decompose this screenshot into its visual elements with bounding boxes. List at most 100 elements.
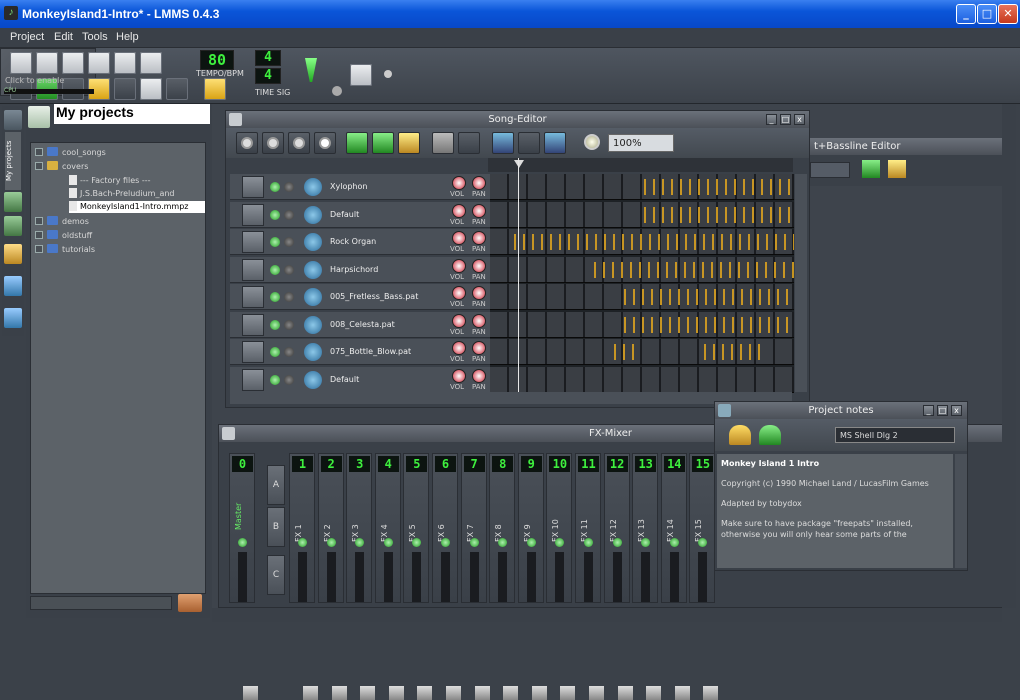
tree-item-oldstuff[interactable]: oldstuff — [35, 230, 92, 242]
record-button[interactable] — [262, 132, 284, 154]
volume-knob[interactable] — [452, 368, 466, 383]
volume-knob[interactable] — [452, 313, 466, 328]
fx-channel[interactable]: 1 FX 1 — [289, 453, 318, 700]
track-mute-led[interactable] — [270, 237, 280, 247]
tree-item-factory-files[interactable]: --- Factory files --- — [69, 175, 151, 187]
tempo-display[interactable]: 80 — [200, 50, 234, 70]
pattern-row[interactable] — [490, 284, 794, 310]
fx-mute-led[interactable] — [441, 538, 450, 547]
track-mute-led[interactable] — [270, 292, 280, 302]
pan-knob[interactable] — [472, 341, 486, 355]
track-row[interactable]: Default VOL PAN — [230, 201, 490, 228]
song-editor-maximize[interactable]: □ — [780, 114, 791, 125]
notes-vscroll[interactable] — [955, 454, 967, 568]
track-row[interactable]: Rock Organ VOL PAN — [230, 229, 490, 255]
bank-a-button[interactable]: A — [267, 465, 285, 505]
fx-channel[interactable]: 15 FX 15 — [689, 453, 719, 700]
track-actions-icon[interactable] — [242, 341, 264, 363]
menu-help[interactable]: Help — [116, 31, 139, 43]
save-project-icon[interactable] — [114, 52, 136, 74]
master-mute-led[interactable] — [238, 538, 247, 547]
track-solo-led[interactable] — [284, 292, 294, 302]
tree-item-bach[interactable]: J.S.Bach-Preludium_and — [69, 188, 175, 200]
fx-fader[interactable] — [526, 552, 547, 700]
fx-mute-led[interactable] — [498, 538, 508, 547]
fx-fader[interactable] — [641, 552, 662, 700]
notes-minimize[interactable]: _ — [923, 405, 934, 416]
fx-mute-led[interactable] — [698, 538, 708, 547]
track-name[interactable]: 075_Bottle_Blow.pat — [330, 347, 411, 356]
fx-channel[interactable]: 14 FX 14 — [660, 453, 690, 700]
edit-mode-icon[interactable] — [458, 132, 480, 154]
track-actions-icon[interactable] — [242, 176, 264, 198]
undo-icon[interactable] — [729, 425, 751, 445]
redo-icon[interactable] — [759, 425, 781, 445]
menu-tools[interactable]: Tools — [82, 31, 108, 43]
volume-knob[interactable] — [452, 341, 466, 355]
fx-mute-led[interactable] — [669, 538, 679, 547]
open-project-icon[interactable] — [62, 52, 84, 74]
fx-fader[interactable] — [441, 552, 461, 700]
fx-fader[interactable] — [612, 552, 633, 700]
root-directory-tab-icon[interactable] — [4, 276, 22, 296]
fx-mute-led[interactable] — [555, 538, 565, 547]
fx-channel[interactable]: 12 FX 12 — [603, 453, 633, 700]
maximize-button[interactable]: □ — [977, 4, 997, 24]
export-project-icon[interactable] — [140, 52, 162, 74]
fx-fader[interactable] — [698, 552, 719, 700]
fx-mute-led[interactable] — [412, 538, 422, 547]
my-presets-tab-icon[interactable] — [4, 216, 22, 236]
volume-knob[interactable] — [452, 231, 466, 245]
pan-knob[interactable] — [472, 203, 486, 218]
loop-points-icon[interactable] — [518, 132, 540, 154]
playhead-marker-icon[interactable] — [514, 160, 524, 168]
track-name[interactable]: Xylophon — [330, 182, 367, 191]
fx-fader[interactable] — [498, 552, 519, 700]
fx-channel[interactable]: 2 FX 2 — [317, 453, 347, 700]
pattern-row[interactable] — [490, 256, 794, 283]
track-row[interactable]: Xylophon VOL PAN — [230, 174, 490, 200]
computer-tab-icon[interactable] — [4, 308, 22, 328]
projects-refresh-button[interactable] — [178, 594, 202, 612]
pan-knob[interactable] — [472, 258, 486, 273]
tree-item-monkeyisland[interactable]: MonkeyIsland1-Intro.mmpz — [69, 201, 205, 213]
track-solo-led[interactable] — [284, 264, 294, 275]
tree-item-demos[interactable]: demos — [35, 216, 89, 228]
fx-fader[interactable] — [355, 552, 376, 700]
master-pitch-icon[interactable] — [332, 86, 342, 96]
menu-edit[interactable]: Edit — [54, 31, 73, 43]
track-solo-led[interactable] — [284, 319, 294, 330]
song-editor-titlebar[interactable]: Song-Editor _ □ x — [226, 111, 809, 128]
master-channel[interactable]: 0 Master — [229, 453, 258, 700]
track-name[interactable]: Harpsichord — [330, 265, 378, 274]
tree-item-cool-songs[interactable]: cool_songs — [35, 147, 106, 159]
track-mute-led[interactable] — [270, 209, 280, 220]
track-actions-icon[interactable] — [242, 286, 264, 308]
notes-close[interactable]: x — [951, 405, 962, 416]
track-name[interactable]: Default — [330, 375, 359, 384]
project-notes-titlebar[interactable]: Project notes _ □ x — [715, 402, 967, 419]
projects-filter-input[interactable] — [30, 596, 172, 610]
track-solo-led[interactable] — [284, 209, 294, 220]
pattern-notes[interactable] — [610, 344, 640, 360]
song-editor-hscroll[interactable] — [230, 392, 792, 404]
track-name[interactable]: Default — [330, 210, 359, 219]
track-row[interactable]: 075_Bottle_Blow.pat VOL PAN — [230, 339, 490, 365]
tree-item-tutorials[interactable]: tutorials — [35, 244, 95, 256]
pattern-notes[interactable] — [640, 179, 790, 195]
master-volume-icon[interactable] — [305, 58, 317, 82]
fx-channel[interactable]: 13 FX 13 — [632, 453, 662, 700]
fx-channel[interactable]: 6 FX 6 — [432, 453, 461, 700]
pattern-notes[interactable] — [620, 316, 794, 333]
track-actions-icon[interactable] — [242, 258, 264, 281]
track-name[interactable]: 005_Fretless_Bass.pat — [330, 292, 418, 301]
notes-text-area[interactable]: Monkey Island 1 Intro Copyright (c) 1990… — [717, 454, 953, 568]
minimize-button[interactable]: _ — [956, 4, 976, 24]
pattern-row[interactable] — [490, 311, 794, 338]
new-project-icon[interactable] — [10, 52, 32, 74]
pattern-row[interactable] — [490, 366, 794, 393]
fx-mute-led[interactable] — [383, 538, 393, 547]
beat-add-track-icon[interactable] — [862, 160, 880, 178]
track-solo-led[interactable] — [284, 347, 294, 357]
pan-knob[interactable] — [472, 286, 486, 300]
